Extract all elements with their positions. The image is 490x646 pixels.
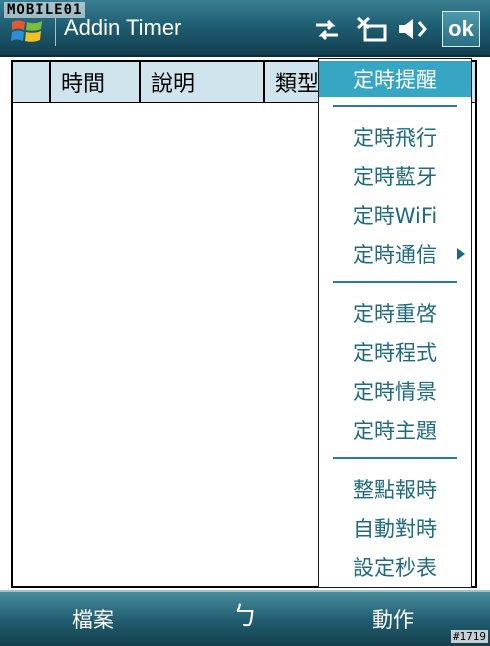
menu-item-timed-restart[interactable]: 定時重啓 <box>319 295 471 331</box>
menu-item-timed-reminder[interactable]: 定時提醒 <box>319 61 471 97</box>
corner-tag: #1719 <box>450 630 488 643</box>
menu-item-timed-program[interactable]: 定時程式 <box>319 334 471 370</box>
menu-item-timed-bluetooth[interactable]: 定時藍牙 <box>319 158 471 194</box>
menu-item-auto-time-sync[interactable]: 自動對時 <box>319 510 471 546</box>
menu-item-timed-profile[interactable]: 定時情景 <box>319 373 471 409</box>
app-title: Addin Timer <box>64 15 182 40</box>
menu-item-timed-flight[interactable]: 定時飛行 <box>319 119 471 155</box>
connectivity-icon[interactable] <box>312 18 342 42</box>
menu-item-timed-wifi[interactable]: 定時WiFi <box>319 197 471 233</box>
column-header-description[interactable]: 說明 <box>141 62 265 102</box>
column-header-check[interactable] <box>13 62 51 102</box>
action-menu: 定時提醒 定時飛行 定時藍牙 定時WiFi 定時通信 定時重啓 定時程式 定時情… <box>318 58 472 588</box>
menu-item-timed-theme[interactable]: 定時主題 <box>319 412 471 448</box>
column-header-time[interactable]: 時間 <box>51 62 141 102</box>
menu-item-hourly-chime[interactable]: 整點報時 <box>319 471 471 507</box>
menu-item-timed-comms[interactable]: 定時通信 <box>319 236 471 272</box>
speaker-icon[interactable] <box>397 16 431 42</box>
ok-button[interactable]: ok <box>442 11 480 47</box>
input-method-icon[interactable]: ㄅ <box>232 596 258 633</box>
windows-start-icon[interactable] <box>10 16 44 46</box>
menu-separator <box>333 105 457 107</box>
softkey-file[interactable]: 檔案 <box>72 604 114 634</box>
softkey-action[interactable]: 動作 <box>372 604 414 634</box>
menu-separator <box>333 281 457 283</box>
menu-separator <box>333 457 457 459</box>
menu-item-stopwatch-settings[interactable]: 設定秒表 <box>319 549 471 585</box>
title-separator <box>55 18 56 46</box>
submenu-arrow-icon <box>457 248 465 260</box>
softkey-bar: 檔案 ㄅ 動作 <box>0 590 490 646</box>
signal-off-icon[interactable] <box>355 14 389 44</box>
watermark-logo: MOBILE01 <box>4 2 86 18</box>
